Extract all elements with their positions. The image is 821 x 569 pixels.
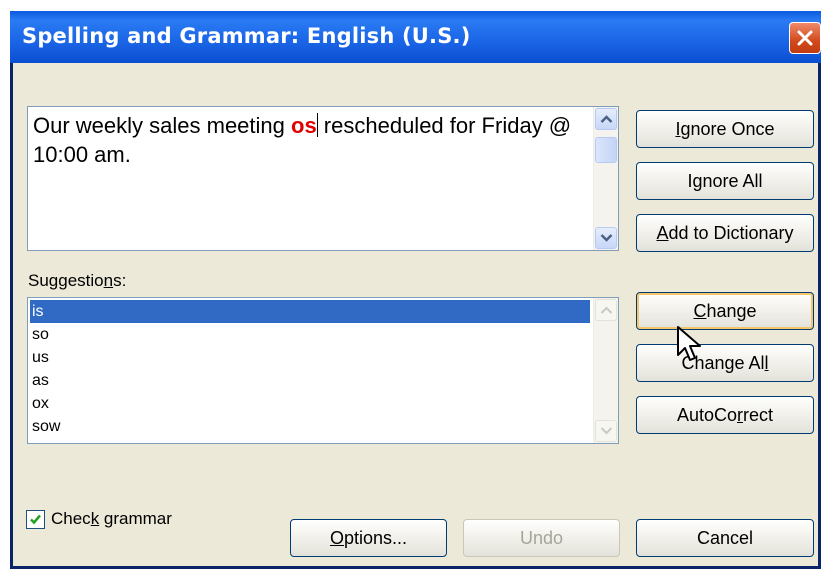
options-button[interactable]: Options... xyxy=(290,519,447,557)
change-button[interactable]: Change xyxy=(636,292,814,330)
check-grammar-option[interactable]: Check grammar xyxy=(26,508,172,530)
sentence-scrollbar[interactable] xyxy=(593,107,618,250)
close-button[interactable] xyxy=(789,22,821,54)
list-item[interactable]: is xyxy=(30,300,590,323)
list-item[interactable]: as xyxy=(30,369,590,392)
cancel-button[interactable]: Cancel xyxy=(636,519,814,557)
scroll-thumb[interactable] xyxy=(595,137,617,163)
window-title: Spelling and Grammar: English (U.S.) xyxy=(22,24,471,48)
change-all-button[interactable]: Change Al l xyxy=(636,344,814,382)
chevron-up-icon xyxy=(600,115,613,123)
suggestions-list[interactable]: is so us as ox sow xyxy=(27,297,619,444)
sentence-textbox[interactable]: Our weekly sales meeting os rescheduled … xyxy=(27,106,619,251)
sentence-text: Our weekly sales meeting os rescheduled … xyxy=(33,111,583,169)
chevron-up-icon xyxy=(600,306,613,314)
undo-button[interactable]: Undo xyxy=(463,519,620,557)
list-item[interactable]: ox xyxy=(30,392,590,415)
scroll-up-button[interactable] xyxy=(595,108,617,130)
misspelled-word: os xyxy=(291,113,317,138)
dialog-body: Our weekly sales meeting os rescheduled … xyxy=(13,63,818,566)
sentence-before: Our weekly sales meeting xyxy=(33,113,291,138)
ignore-all-button[interactable]: Ig nore All xyxy=(636,162,814,200)
ignore-once-button[interactable]: Ignore Once xyxy=(636,110,814,148)
scroll-down-button[interactable] xyxy=(595,227,617,249)
mouse-pointer-icon xyxy=(677,326,701,361)
spelling-grammar-dialog: Spelling and Grammar: English (U.S.) Our… xyxy=(10,11,821,569)
chevron-down-icon xyxy=(600,234,613,242)
title-bar[interactable]: Spelling and Grammar: English (U.S.) xyxy=(10,11,821,63)
add-to-dictionary-button[interactable]: Add to Dictionary xyxy=(636,214,814,252)
suggestions-scrollbar[interactable] xyxy=(593,298,618,443)
chevron-down-icon xyxy=(600,427,613,435)
suggestions-label: Suggestions: xyxy=(28,271,127,290)
check-grammar-checkbox[interactable] xyxy=(26,509,45,529)
list-item[interactable]: so xyxy=(30,323,590,346)
checkmark-icon xyxy=(30,514,41,524)
list-item[interactable]: sow xyxy=(30,415,590,438)
scroll-up-button[interactable] xyxy=(595,299,617,321)
scroll-down-button[interactable] xyxy=(595,420,617,442)
list-item[interactable]: us xyxy=(30,346,590,369)
close-icon xyxy=(797,30,813,46)
check-grammar-label: Check grammar xyxy=(51,509,172,528)
autocorrect-button[interactable]: AutoCo r rect xyxy=(636,396,814,434)
